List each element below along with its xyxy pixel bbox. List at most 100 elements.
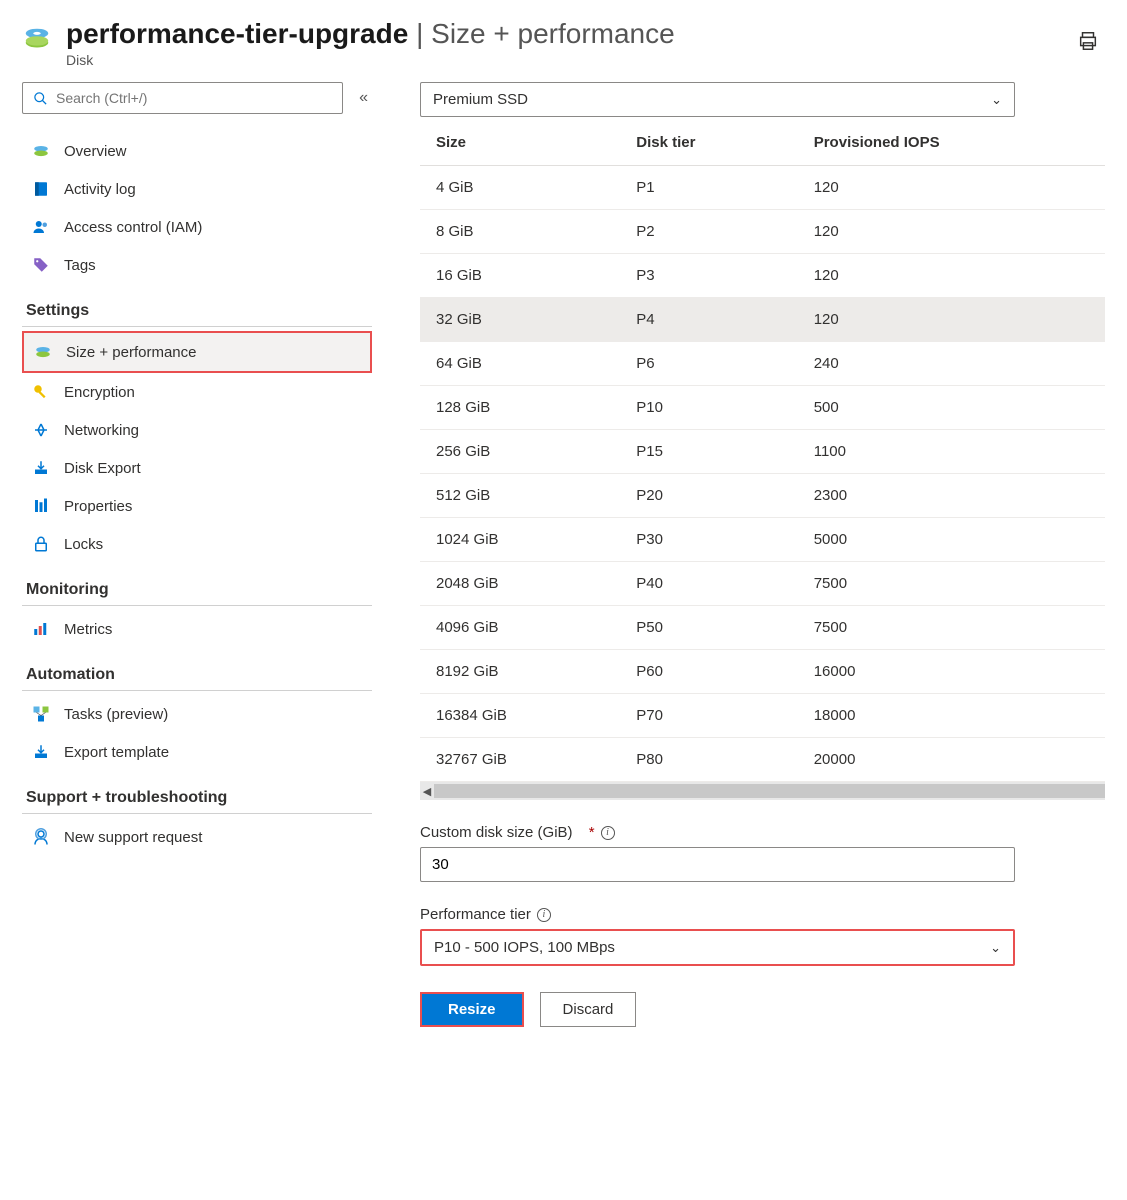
sidebar-item-disk-export[interactable]: Disk Export: [22, 449, 372, 487]
cell: 18000: [798, 694, 1105, 738]
cell: 1100: [798, 430, 1105, 474]
col-size[interactable]: Size: [420, 120, 620, 166]
col-iops[interactable]: Provisioned IOPS: [798, 120, 1105, 166]
table-row[interactable]: 2048 GiBP407500: [420, 562, 1105, 606]
cell: 20000: [798, 738, 1105, 782]
table-row[interactable]: 512 GiBP202300: [420, 474, 1105, 518]
section-automation: Automation: [22, 648, 372, 691]
sidebar-item-activity-log[interactable]: Activity log: [22, 170, 372, 208]
collapse-sidebar-button[interactable]: «: [355, 85, 372, 111]
cell: P10: [620, 386, 797, 430]
section-support: Support + troubleshooting: [22, 771, 372, 814]
info-icon[interactable]: i: [537, 908, 551, 922]
cell: 5000: [798, 518, 1105, 562]
sidebar-item-networking[interactable]: Networking: [22, 411, 372, 449]
table-row[interactable]: 32 GiBP4120: [420, 298, 1105, 342]
print-button[interactable]: [1071, 24, 1105, 61]
sidebar-item-label: Export template: [64, 744, 169, 761]
cell: 128 GiB: [420, 386, 620, 430]
sidebar-item-label: Locks: [64, 536, 103, 553]
size-table: Size Disk tier Provisioned IOPS 4 GiBP11…: [420, 120, 1105, 782]
cell: 7500: [798, 606, 1105, 650]
lock-icon: [32, 535, 50, 553]
sidebar-item-tags[interactable]: Tags: [22, 246, 372, 284]
table-row[interactable]: 64 GiBP6240: [420, 342, 1105, 386]
sidebar-item-label: New support request: [64, 829, 202, 846]
main-content: Premium SSD ⌄ Size Disk tier Provisioned…: [394, 82, 1105, 1027]
horizontal-scrollbar[interactable]: ◀: [420, 782, 1105, 800]
table-row[interactable]: 4 GiBP1120: [420, 166, 1105, 210]
chevron-down-icon: ⌄: [990, 940, 1001, 956]
cell: 4 GiB: [420, 166, 620, 210]
scroll-track[interactable]: [434, 784, 1105, 798]
cell: P50: [620, 606, 797, 650]
resize-button[interactable]: Resize: [420, 992, 524, 1027]
cell: P4: [620, 298, 797, 342]
table-row[interactable]: 4096 GiBP507500: [420, 606, 1105, 650]
cell: 8 GiB: [420, 210, 620, 254]
sidebar-item-metrics[interactable]: Metrics: [22, 610, 372, 648]
resource-type: Disk: [66, 52, 675, 68]
sidebar-item-label: Networking: [64, 422, 139, 439]
cell: P30: [620, 518, 797, 562]
tasks-icon: [32, 705, 50, 723]
sidebar-item-export-template[interactable]: Export template: [22, 733, 372, 771]
table-row[interactable]: 256 GiBP151100: [420, 430, 1105, 474]
sidebar-item-label: Disk Export: [64, 460, 141, 477]
people-icon: [32, 218, 50, 236]
sku-select[interactable]: Premium SSD ⌄: [420, 82, 1015, 117]
cell: 32 GiB: [420, 298, 620, 342]
cell: 120: [798, 166, 1105, 210]
table-row[interactable]: 1024 GiBP305000: [420, 518, 1105, 562]
printer-icon: [1077, 30, 1099, 52]
table-row[interactable]: 128 GiBP10500: [420, 386, 1105, 430]
cell: P20: [620, 474, 797, 518]
cell: 16000: [798, 650, 1105, 694]
chevron-double-left-icon: «: [359, 89, 368, 106]
sidebar-item-encryption[interactable]: Encryption: [22, 373, 372, 411]
scroll-left-icon[interactable]: ◀: [420, 782, 434, 800]
sku-select-value: Premium SSD: [433, 91, 528, 108]
custom-size-input[interactable]: [420, 847, 1015, 882]
table-row[interactable]: 32767 GiBP8020000: [420, 738, 1105, 782]
cell: 2048 GiB: [420, 562, 620, 606]
page-header: performance-tier-upgrade | Size + perfor…: [22, 10, 1105, 82]
page-title: performance-tier-upgrade | Size + perfor…: [66, 18, 675, 50]
network-icon: [32, 421, 50, 439]
export-icon: [32, 743, 50, 761]
disk-icon: [22, 24, 52, 54]
info-icon[interactable]: i: [601, 826, 615, 840]
cell: P60: [620, 650, 797, 694]
sidebar-item-new-support-request[interactable]: New support request: [22, 818, 372, 856]
sidebar-item-locks[interactable]: Locks: [22, 525, 372, 563]
cell: 512 GiB: [420, 474, 620, 518]
discard-button[interactable]: Discard: [540, 992, 637, 1027]
sidebar-item-label: Metrics: [64, 621, 112, 638]
sidebar-item-label: Encryption: [64, 384, 135, 401]
disk-icon: [32, 142, 50, 160]
sidebar-item-label: Tasks (preview): [64, 706, 168, 723]
cell: 16 GiB: [420, 254, 620, 298]
table-row[interactable]: 8 GiBP2120: [420, 210, 1105, 254]
sidebar-item-tasks[interactable]: Tasks (preview): [22, 695, 372, 733]
sidebar-item-overview[interactable]: Overview: [22, 132, 372, 170]
cell: P15: [620, 430, 797, 474]
sidebar-item-properties[interactable]: Properties: [22, 487, 372, 525]
cell: P80: [620, 738, 797, 782]
sidebar-item-size-performance[interactable]: Size + performance: [22, 331, 372, 373]
section-settings: Settings: [22, 284, 372, 327]
table-row[interactable]: 16 GiBP3120: [420, 254, 1105, 298]
chevron-down-icon: ⌄: [991, 92, 1002, 108]
sidebar-item-label: Activity log: [64, 181, 136, 198]
search-input[interactable]: [56, 90, 332, 106]
cell: 16384 GiB: [420, 694, 620, 738]
col-disk-tier[interactable]: Disk tier: [620, 120, 797, 166]
sidebar: « Overview Activity log Access control (…: [22, 82, 394, 1027]
search-input-wrap[interactable]: [22, 82, 343, 114]
props-icon: [32, 497, 50, 515]
performance-tier-select[interactable]: P10 - 500 IOPS, 100 MBps ⌄: [420, 929, 1015, 966]
cell: 32767 GiB: [420, 738, 620, 782]
table-row[interactable]: 8192 GiBP6016000: [420, 650, 1105, 694]
table-row[interactable]: 16384 GiBP7018000: [420, 694, 1105, 738]
sidebar-item-access-control[interactable]: Access control (IAM): [22, 208, 372, 246]
